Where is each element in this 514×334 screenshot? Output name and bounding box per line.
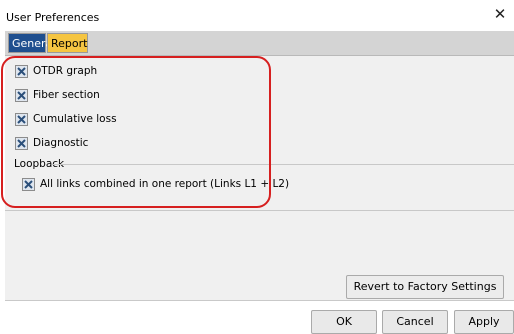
option-label: OTDR graph [33, 65, 98, 77]
revert-factory-settings-button[interactable]: Revert to Factory Settings [346, 275, 504, 299]
group-divider [52, 164, 514, 165]
ok-button[interactable]: OK [311, 310, 377, 334]
window-title: User Preferences [6, 11, 100, 24]
option-all-links-combined[interactable]: All links combined in one report (Links … [22, 176, 289, 192]
check-x-icon [17, 138, 26, 148]
tab-report[interactable]: Report [47, 33, 88, 53]
option-cumulative-loss[interactable]: Cumulative loss [15, 111, 117, 127]
check-x-icon [17, 114, 26, 124]
tab-strip: General Report [5, 31, 514, 55]
check-x-icon [24, 179, 33, 189]
option-label: Cumulative loss [33, 113, 117, 125]
checkbox-all-links-combined[interactable] [22, 177, 35, 191]
section-divider [5, 210, 514, 211]
checkbox-otdr-graph[interactable] [15, 64, 28, 78]
title-bar: User Preferences ✕ [0, 0, 514, 31]
option-fiber-section[interactable]: Fiber section [15, 87, 100, 103]
apply-button[interactable]: Apply [454, 310, 514, 334]
option-label: Diagnostic [33, 137, 89, 149]
check-x-icon [17, 90, 26, 100]
cancel-button[interactable]: Cancel [382, 310, 448, 334]
option-label: All links combined in one report (Links … [40, 178, 290, 190]
option-label: Fiber section [33, 89, 100, 101]
tab-general[interactable]: General [8, 33, 55, 53]
footer-divider [5, 300, 514, 301]
checkbox-cumulative-loss[interactable] [15, 112, 28, 126]
checkbox-diagnostic[interactable] [15, 136, 28, 150]
checkbox-fiber-section[interactable] [15, 88, 28, 102]
check-x-icon [17, 66, 26, 76]
option-otdr-graph[interactable]: OTDR graph [15, 63, 97, 79]
option-diagnostic[interactable]: Diagnostic [15, 135, 88, 151]
close-icon[interactable]: ✕ [492, 6, 508, 22]
